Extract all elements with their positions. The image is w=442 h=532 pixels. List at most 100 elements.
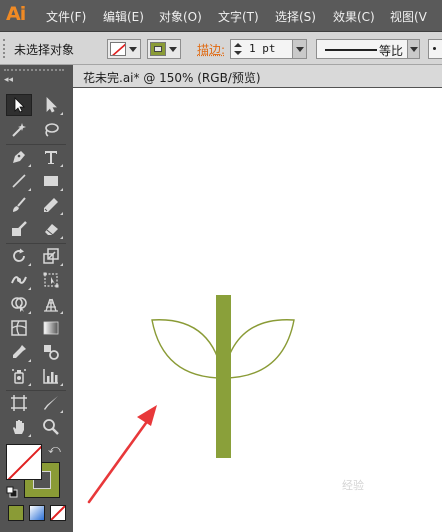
default-fill-stroke-icon[interactable] (6, 486, 18, 498)
tool-group-indicator (28, 164, 31, 167)
right-leaf-path[interactable] (222, 319, 295, 379)
watermark: 经验 (342, 479, 364, 492)
tool-divider (6, 243, 66, 244)
annotation-arrow-icon (87, 405, 157, 504)
fill-none-swatch (110, 42, 126, 56)
tool-group-indicator (60, 164, 63, 167)
pencil-tool[interactable] (38, 194, 64, 216)
width-tool-icon (11, 276, 27, 284)
chevron-down-icon (169, 47, 177, 52)
free-transform-tool[interactable] (38, 269, 64, 291)
stroke-swatch (150, 42, 166, 56)
width-tool[interactable] (6, 269, 32, 291)
pen-tool[interactable] (6, 146, 32, 168)
blend-tool[interactable] (38, 341, 64, 363)
artboard-tool-icon (11, 395, 27, 411)
rectangle-tool[interactable] (38, 170, 64, 192)
perspective-grid-tool[interactable] (38, 293, 64, 315)
hand-tool[interactable] (6, 416, 32, 438)
tool-group-indicator (60, 311, 63, 314)
zoom-tool-icon (43, 419, 59, 435)
shape-builder-tool[interactable] (6, 293, 32, 315)
selection-tool-icon (14, 97, 25, 113)
blob-brush-tool-icon (12, 221, 27, 236)
menu-file[interactable]: 文件(F) (46, 8, 86, 25)
pencil-tool-icon (44, 198, 58, 212)
zoom-tool[interactable] (38, 416, 64, 438)
gradient-tool[interactable] (38, 317, 64, 339)
gradient-mode-button[interactable] (29, 505, 45, 521)
profile-line-icon (325, 49, 377, 51)
menu-bar: Ai 文件(F) 编辑(E) 对象(O) 文字(T) 选择(S) 效果(C) 视… (0, 0, 442, 32)
selection-status: 未选择对象 (14, 43, 75, 57)
type-tool-icon (45, 151, 57, 164)
selection-tool[interactable] (6, 94, 32, 116)
artboard-tool[interactable] (6, 392, 32, 414)
stroke-panel-link[interactable]: 描边: (197, 41, 225, 58)
tool-divider (6, 390, 66, 391)
menu-effect[interactable]: 效果(C) (333, 8, 375, 25)
profile-dropdown-button[interactable] (407, 40, 419, 58)
stroke-weight-dropdown[interactable] (292, 40, 306, 58)
blend-tool-icon (44, 345, 59, 360)
type-tool[interactable] (38, 146, 64, 168)
slice-tool-icon (44, 396, 58, 410)
fill-color-dropdown[interactable] (107, 39, 141, 59)
slice-tool[interactable] (38, 392, 64, 414)
stem-rectangle[interactable] (216, 295, 231, 458)
tool-group-indicator (60, 188, 63, 191)
magic-wand-tool[interactable] (6, 119, 32, 141)
column-graph-tool-icon (43, 369, 58, 384)
direct-selection-tool[interactable] (38, 94, 64, 116)
symbol-sprayer-tool[interactable] (6, 365, 32, 387)
spinner-icon[interactable] (233, 42, 243, 56)
mesh-tool-icon (11, 320, 27, 336)
tool-group-indicator (60, 263, 63, 266)
artboard-canvas[interactable] (73, 88, 442, 532)
left-leaf-path[interactable] (151, 319, 224, 379)
menu-type[interactable]: 文字(T) (218, 8, 259, 25)
tool-group-indicator (28, 311, 31, 314)
brush-definition-dropdown[interactable] (428, 39, 442, 59)
artwork (87, 295, 295, 504)
none-swatch-icon (7, 445, 41, 479)
line-segment-tool[interactable] (6, 170, 32, 192)
menu-object[interactable]: 对象(O) (159, 8, 202, 25)
menu-view[interactable]: 视图(V (390, 8, 427, 25)
line-segment-tool-icon (12, 174, 26, 188)
rotate-tool[interactable] (6, 245, 32, 267)
mesh-tool[interactable] (6, 317, 32, 339)
document-title: 花未完.ai* @ 150% (RGB/预览) (83, 71, 261, 85)
perspective-grid-tool-icon (44, 298, 58, 312)
stroke-weight-value[interactable]: 1 pt (249, 42, 276, 55)
none-mode-button[interactable] (50, 505, 66, 521)
column-graph-tool[interactable] (38, 365, 64, 387)
paintbrush-tool[interactable] (6, 194, 32, 216)
blob-brush-tool[interactable] (6, 218, 32, 240)
none-icon (50, 505, 66, 521)
swap-fill-stroke-icon[interactable]: ⤺ (48, 442, 61, 457)
menu-select[interactable]: 选择(S) (275, 8, 316, 25)
menu-edit[interactable]: 编辑(E) (103, 8, 144, 25)
tool-group-indicator (28, 263, 31, 266)
eraser-tool-icon (45, 224, 58, 236)
collapse-icon[interactable]: ◂◂ (4, 75, 13, 85)
tool-group-indicator (60, 410, 63, 413)
eyedropper-tool-icon (13, 345, 26, 358)
stroke-color-dropdown[interactable] (147, 39, 181, 59)
tool-group-indicator (28, 383, 31, 386)
color-mode-button[interactable] (8, 505, 24, 521)
tool-group-indicator (60, 212, 63, 215)
eraser-tool[interactable] (38, 218, 64, 240)
stroke-weight-field[interactable]: 1 pt (230, 39, 307, 59)
eyedropper-tool[interactable] (6, 341, 32, 363)
tool-group-indicator (60, 112, 63, 115)
scale-tool[interactable] (38, 245, 64, 267)
lasso-tool[interactable] (38, 119, 64, 141)
chevron-down-icon (410, 47, 418, 52)
document-tab[interactable]: 花未完.ai* @ 150% (RGB/预览) (73, 65, 442, 87)
tool-group-indicator (60, 383, 63, 386)
variable-width-profile-dropdown[interactable]: 等比 (316, 39, 420, 59)
fill-color-box[interactable] (6, 444, 42, 480)
control-bar-grip[interactable] (3, 39, 7, 58)
